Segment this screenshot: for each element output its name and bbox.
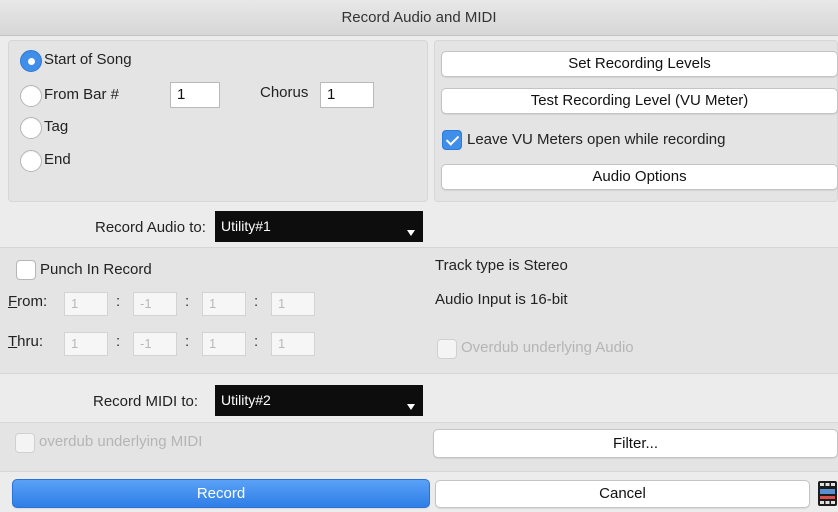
chorus-label: Chorus: [260, 84, 309, 101]
window-title: Record Audio and MIDI: [0, 0, 838, 36]
record-audio-value: Utility#1: [221, 218, 271, 234]
record-midi-label: Record MIDI to:: [93, 393, 199, 410]
record-button[interactable]: Record: [12, 479, 430, 508]
radio-from-bar[interactable]: [20, 85, 42, 107]
thru-sub-field: 1: [271, 332, 315, 356]
punch-in-checkbox[interactable]: [16, 260, 36, 280]
chorus-input[interactable]: 1: [320, 82, 374, 108]
from-bar-field: 1: [64, 292, 108, 316]
record-midi-value: Utility#2: [221, 392, 271, 408]
overdub-audio-label: Overdub underlying Audio: [461, 339, 634, 356]
thru-label: Thru:: [8, 333, 44, 350]
from-sub-field: 1: [271, 292, 315, 316]
from-beat-field: -1: [133, 292, 177, 316]
record-audio-dropdown[interactable]: Utility#1: [215, 211, 423, 242]
overdub-midi-checkbox[interactable]: [15, 433, 35, 453]
set-recording-levels-button[interactable]: Set Recording Levels: [441, 51, 838, 77]
track-type-text: Track type is Stereo: [435, 257, 568, 274]
thru-separator-1: :: [116, 333, 121, 350]
cancel-button[interactable]: Cancel: [435, 480, 810, 508]
thru-bar-field: 1: [64, 332, 108, 356]
radio-tag-label: Tag: [44, 118, 69, 135]
radio-start-of-song-label: Start of Song: [44, 51, 132, 68]
leave-vu-meters-checkbox[interactable]: [442, 130, 462, 150]
radio-tag[interactable]: [20, 117, 42, 139]
thru-tick-field: 1: [202, 332, 246, 356]
audio-options-button[interactable]: Audio Options: [441, 164, 838, 190]
from-bar-input[interactable]: 1: [170, 82, 220, 108]
leave-vu-meters-label: Leave VU Meters open while recording: [467, 131, 726, 148]
overdub-midi-label: overdub underlying MIDI: [39, 433, 203, 450]
thru-separator-2: :: [185, 333, 190, 350]
from-tick-field: 1: [202, 292, 246, 316]
overdub-audio-checkbox[interactable]: [437, 339, 457, 359]
test-recording-level-button[interactable]: Test Recording Level (VU Meter): [441, 88, 838, 114]
chevron-down-icon: [407, 404, 415, 410]
thru-beat-field: -1: [133, 332, 177, 356]
punch-in-label: Punch In Record: [40, 261, 152, 278]
from-label: From:: [8, 293, 48, 310]
chevron-down-icon: [407, 230, 415, 236]
radio-from-bar-label: From Bar #: [44, 86, 120, 103]
thru-separator-3: :: [254, 333, 259, 350]
filter-button[interactable]: Filter...: [433, 429, 838, 458]
radio-start-of-song[interactable]: [20, 50, 42, 72]
from-separator-2: :: [185, 293, 190, 310]
radio-end[interactable]: [20, 150, 42, 172]
radio-end-label: End: [44, 151, 71, 168]
clapperboard-icon[interactable]: [817, 479, 838, 508]
record-midi-dropdown[interactable]: Utility#2: [215, 385, 423, 416]
from-separator-3: :: [254, 293, 259, 310]
audio-input-text: Audio Input is 16-bit: [435, 291, 568, 308]
from-separator-1: :: [116, 293, 121, 310]
record-audio-label: Record Audio to:: [95, 219, 206, 236]
